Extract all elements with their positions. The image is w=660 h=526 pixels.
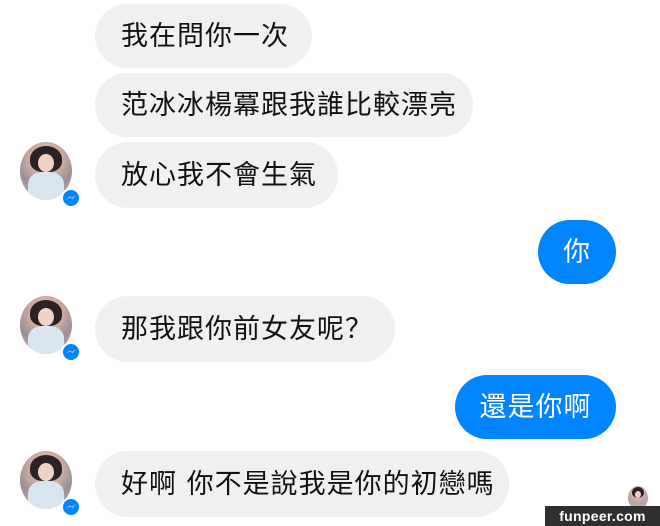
messenger-badge-icon [61,188,81,208]
message-text: 還是你啊 [479,391,592,423]
messenger-badge-icon [61,497,81,517]
incoming-message: 放心我不會生氣 [95,142,338,208]
message-text: 我在問你一次 [121,20,289,52]
outgoing-message: 還是你啊 [455,375,616,439]
incoming-message: 我在問你一次 [95,4,312,68]
message-text: 那我跟你前女友呢？ [121,313,373,345]
watermark: funpeer.com [545,506,660,526]
watermark-text: funpeer.com [559,508,646,524]
incoming-message: 好啊 你不是說我是你的初戀嗎 [95,451,509,517]
incoming-message: 范冰冰楊冪跟我誰比較漂亮 [95,73,473,137]
outgoing-message: 你 [538,220,616,284]
message-text: 范冰冰楊冪跟我誰比較漂亮 [121,89,457,121]
incoming-message: 那我跟你前女友呢？ [95,296,395,362]
message-text: 你 [563,236,591,268]
message-text: 放心我不會生氣 [121,159,317,191]
messenger-badge-icon [61,342,81,362]
message-text: 好啊 你不是說我是你的初戀嗎 [121,468,495,500]
